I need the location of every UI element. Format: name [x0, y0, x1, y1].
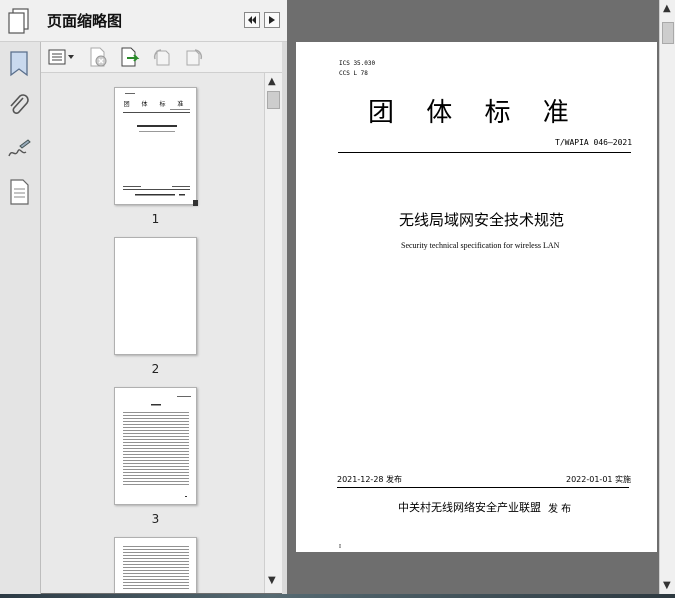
thumbnail-page-3[interactable]: [114, 387, 197, 505]
bookmark-icon[interactable]: [6, 50, 32, 78]
page-1-preview: 团 体 标 准: [123, 93, 198, 206]
implement-date: 2022-01-01 实施: [566, 475, 632, 484]
rotate-right-icon[interactable]: [183, 47, 205, 67]
pages-panel-icon[interactable]: [8, 8, 30, 34]
standard-banner: 团 体 标 准: [368, 98, 581, 128]
rewind-icon: [248, 16, 256, 24]
standard-code: T/WAPIA 046—2021: [555, 138, 633, 147]
extract-page-icon[interactable]: [119, 47, 141, 67]
thumbnail-toolbar: [41, 42, 287, 73]
doc-scroll-up-icon[interactable]: ▲: [663, 3, 671, 14]
thumbnail-panel-header: 页面缩略图: [0, 0, 287, 42]
thumbnail-page-2[interactable]: [114, 237, 197, 355]
thumbnail-label-1: 1: [151, 212, 160, 226]
ics-code: ICS 35.030: [339, 60, 376, 67]
thumbnail-options-icon[interactable]: [47, 47, 75, 67]
thumbnail-label-3: 3: [151, 512, 160, 526]
thumbnail-label-2: 2: [151, 362, 160, 376]
collapse-panel-button[interactable]: [244, 12, 260, 28]
svg-text:团 体 标 准: 团 体 标 准: [124, 100, 189, 108]
expand-panel-button[interactable]: [264, 12, 280, 28]
rotate-left-icon[interactable]: [151, 47, 173, 67]
thumbnail-scroll-thumb[interactable]: [267, 91, 280, 109]
navigation-rail: [0, 42, 41, 594]
page-number-marker: I: [339, 544, 341, 550]
scroll-down-icon[interactable]: ▼: [268, 575, 276, 586]
thumbnail-page-1[interactable]: 团 体 标 准: [114, 87, 198, 206]
taskbar-edge: [0, 594, 675, 598]
thumbnail-list: 团 体 标 准 1 2 3: [41, 73, 264, 593]
document-scroll-thumb[interactable]: [662, 22, 674, 44]
publisher-name: 中关村无线网络安全产业联盟: [398, 501, 541, 514]
ccs-code: CCS L 78: [339, 70, 368, 77]
page-3-preview: [123, 396, 191, 497]
pdf-viewer-window: 页面缩略图 团 体 标 准 1 2 3 ▲ ▼ ICS 35.030 CCS L…: [0, 0, 675, 598]
publish-date: 2021-12-28 发布: [337, 475, 403, 484]
panel-title: 页面缩略图: [47, 12, 123, 30]
signature-icon[interactable]: [6, 136, 32, 164]
scroll-up-icon[interactable]: ▲: [268, 76, 276, 87]
page-4-preview: [123, 546, 189, 589]
delete-page-icon[interactable]: [87, 47, 109, 67]
document-page: ICS 35.030 CCS L 78 团 体 标 准 T/WAPIA 046—…: [296, 42, 657, 552]
document-scrollbar[interactable]: ▲ ▼: [659, 0, 675, 594]
header-rule: [338, 152, 631, 153]
document-title-en: Security technical specification for wir…: [401, 241, 560, 250]
play-icon: [269, 16, 275, 24]
thumbnail-page-4[interactable]: [114, 537, 197, 593]
footer-rule: [337, 487, 629, 488]
doc-scroll-down-icon[interactable]: ▼: [663, 580, 671, 591]
document-title-cn: 无线局域网安全技术规范: [399, 211, 565, 229]
page-icon[interactable]: [6, 178, 32, 206]
thumbnail-scrollbar[interactable]: ▲ ▼: [264, 73, 282, 593]
publish-label: 发 布: [548, 504, 572, 515]
paperclip-icon[interactable]: [6, 92, 32, 120]
